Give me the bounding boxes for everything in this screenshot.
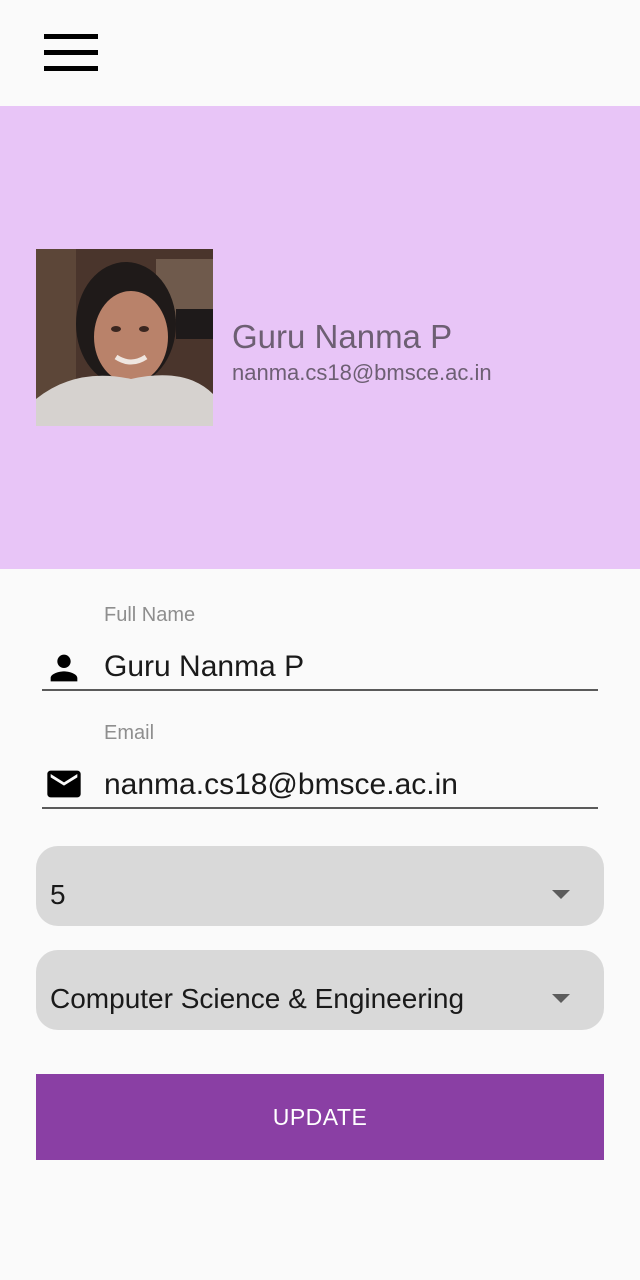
- mail-icon: [44, 764, 84, 809]
- semester-select[interactable]: 5: [36, 846, 604, 926]
- profile-name: Guru Nanma P: [232, 318, 453, 355]
- profile-header: Guru Nanma P nanma.cs18@bmsce.ac.in: [0, 106, 640, 569]
- profile-email: nanma.cs18@bmsce.ac.in: [232, 360, 492, 385]
- person-icon: [44, 648, 84, 693]
- top-app-bar: [0, 0, 640, 106]
- chevron-down-icon: [552, 994, 570, 1003]
- email-field[interactable]: Email nanma.cs18@bmsce.ac.in: [42, 722, 598, 810]
- avatar-photo: [36, 249, 213, 426]
- email-underline: [42, 807, 598, 809]
- full-name-label: Full Name: [104, 604, 196, 626]
- full-name-input[interactable]: Guru Nanma P: [104, 650, 304, 684]
- full-name-field[interactable]: Full Name Guru Nanma P: [42, 604, 598, 692]
- profile-avatar: [36, 249, 213, 426]
- chevron-down-icon: [552, 890, 570, 899]
- department-select-value: Computer Science & Engineering: [50, 983, 465, 1014]
- update-button[interactable]: UPDATE: [36, 1074, 604, 1160]
- semester-select-value: 5: [50, 879, 66, 910]
- department-select[interactable]: Computer Science & Engineering: [36, 950, 604, 1030]
- email-input[interactable]: nanma.cs18@bmsce.ac.in: [104, 768, 458, 802]
- full-name-underline: [42, 689, 598, 691]
- hamburger-menu-icon[interactable]: [30, 22, 112, 84]
- email-label: Email: [104, 722, 155, 744]
